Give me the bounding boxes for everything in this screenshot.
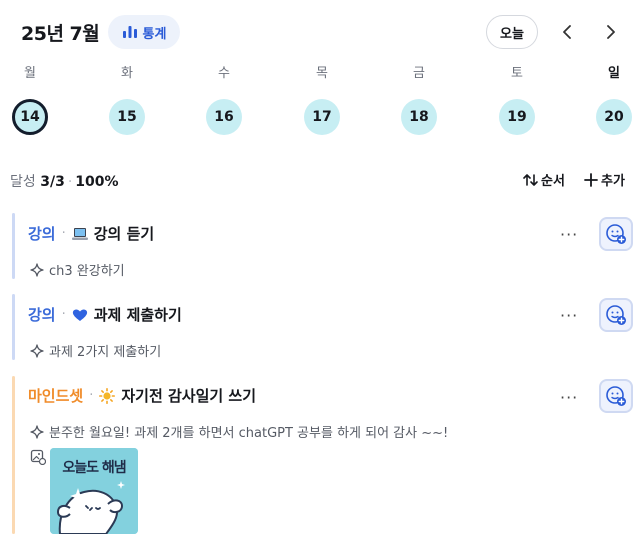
prev-week-button[interactable] (555, 20, 579, 44)
task-category: 강의 (28, 306, 56, 324)
day-name: 토 (511, 66, 523, 81)
day-date[interactable]: 17 (304, 99, 340, 135)
task-note: 과제 2가지 제출하기 (30, 341, 161, 360)
task-name: 강의 듣기 (93, 225, 155, 243)
month-title[interactable]: 25년 7월 (21, 19, 100, 46)
bar-chart-icon (122, 25, 138, 39)
add-label: 추가 (601, 174, 625, 189)
day-date[interactable]: 19 (499, 99, 535, 135)
day-column-mon[interactable]: 월 14 (8, 64, 52, 135)
day-name: 일 (608, 66, 620, 81)
sparkle-icon (30, 424, 44, 439)
day-column-fri[interactable]: 금 18 (397, 64, 441, 135)
day-column-sat[interactable]: 토 19 (495, 64, 539, 135)
day-date[interactable]: 20 (596, 99, 632, 135)
laptop-icon (71, 227, 88, 241)
chevron-right-icon (607, 25, 615, 39)
mood-button[interactable] (599, 217, 633, 251)
more-options-button[interactable]: ··· (560, 225, 578, 244)
category-bar (12, 213, 15, 279)
achievement-count: 3/3 (40, 174, 65, 190)
smiley-add-icon (606, 224, 626, 244)
task-title-row: 마인드셋 · 자기전 감사일기 쓰기 (28, 385, 256, 406)
smiley-add-icon (606, 386, 626, 406)
smiley-add-icon (606, 305, 626, 325)
day-column-tue[interactable]: 화 15 (105, 64, 149, 135)
separator-dot: · (67, 174, 73, 190)
category-bar (12, 294, 15, 360)
blue-heart-icon (72, 308, 88, 322)
sort-order-label: 순서 (541, 174, 565, 189)
task-category: 마인드셋 (28, 387, 84, 405)
more-options-button[interactable]: ··· (560, 388, 578, 407)
task-title-row: 강의 · 과제 제출하기 (28, 304, 182, 325)
calendar-header: 25년 7월 통계 오늘 (0, 0, 640, 64)
sticker-text: 오늘도 해냄 (62, 460, 126, 476)
mood-button[interactable] (599, 298, 633, 332)
day-column-wed[interactable]: 수 16 (202, 64, 246, 135)
task-card[interactable]: 마인드셋 · 자기전 감사일기 쓰기 분주한 월요일! 과제 2개를 하면서 c… (12, 376, 640, 536)
task-note: 분주한 월요일! 과제 2개를 하면서 chatGPT 공부를 하게 되어 감사… (30, 422, 448, 441)
separator-dot: · (61, 307, 66, 322)
separator-dot: · (61, 226, 66, 241)
mood-button[interactable] (599, 379, 633, 413)
chevron-left-icon (563, 25, 571, 39)
task-name: 과제 제출하기 (93, 306, 182, 324)
day-name: 수 (218, 66, 230, 81)
achievement-summary: 달성 3/3 · 100% (10, 171, 119, 191)
achievement-percent: 100% (75, 174, 119, 190)
stats-label: 통계 (142, 26, 167, 42)
day-name: 월 (24, 66, 36, 81)
sort-order-button[interactable]: 순서 (523, 170, 565, 189)
day-name: 목 (316, 66, 328, 81)
task-note-text: 과제 2가지 제출하기 (49, 345, 162, 360)
today-button[interactable]: 오늘 (486, 15, 538, 49)
task-title-row: 강의 · 강의 듣기 (28, 223, 154, 244)
task-card[interactable]: 강의 · 강의 듣기 ch3 완강하기 ··· (12, 213, 640, 283)
achievement-label: 달성 (10, 174, 36, 190)
day-name: 금 (413, 66, 425, 81)
more-options-button[interactable]: ··· (560, 306, 578, 325)
separator-dot: · (89, 388, 94, 403)
plus-icon (584, 172, 598, 187)
day-date[interactable]: 15 (109, 99, 145, 135)
category-bar (12, 376, 15, 534)
sun-icon (99, 387, 116, 404)
day-name: 화 (121, 66, 133, 81)
day-date[interactable]: 16 (206, 99, 242, 135)
day-column-thu[interactable]: 목 17 (300, 64, 344, 135)
day-date[interactable]: 18 (401, 99, 437, 135)
task-note-text: ch3 완강하기 (49, 264, 125, 279)
sticker-image[interactable]: 오늘도 해냄 (50, 448, 138, 534)
stats-button[interactable]: 통계 (108, 15, 180, 49)
sort-arrows-icon (523, 173, 538, 186)
task-note-text: 분주한 월요일! 과제 2개를 하면서 chatGPT 공부를 하게 되어 감사… (49, 426, 449, 441)
task-category: 강의 (28, 225, 56, 243)
sparkle-icon (30, 262, 44, 277)
task-card[interactable]: 강의 · 과제 제출하기 과제 2가지 제출하기 ··· (12, 294, 640, 364)
next-week-button[interactable] (599, 20, 623, 44)
day-column-sun[interactable]: 일 20 (592, 64, 636, 135)
day-date-selected[interactable]: 14 (12, 99, 48, 135)
image-attachment-icon (30, 449, 47, 469)
add-task-button[interactable]: 추가 (584, 170, 625, 189)
sparkle-icon (30, 343, 44, 358)
task-name: 자기전 감사일기 쓰기 (121, 387, 256, 405)
task-note: ch3 완강하기 (30, 260, 125, 279)
